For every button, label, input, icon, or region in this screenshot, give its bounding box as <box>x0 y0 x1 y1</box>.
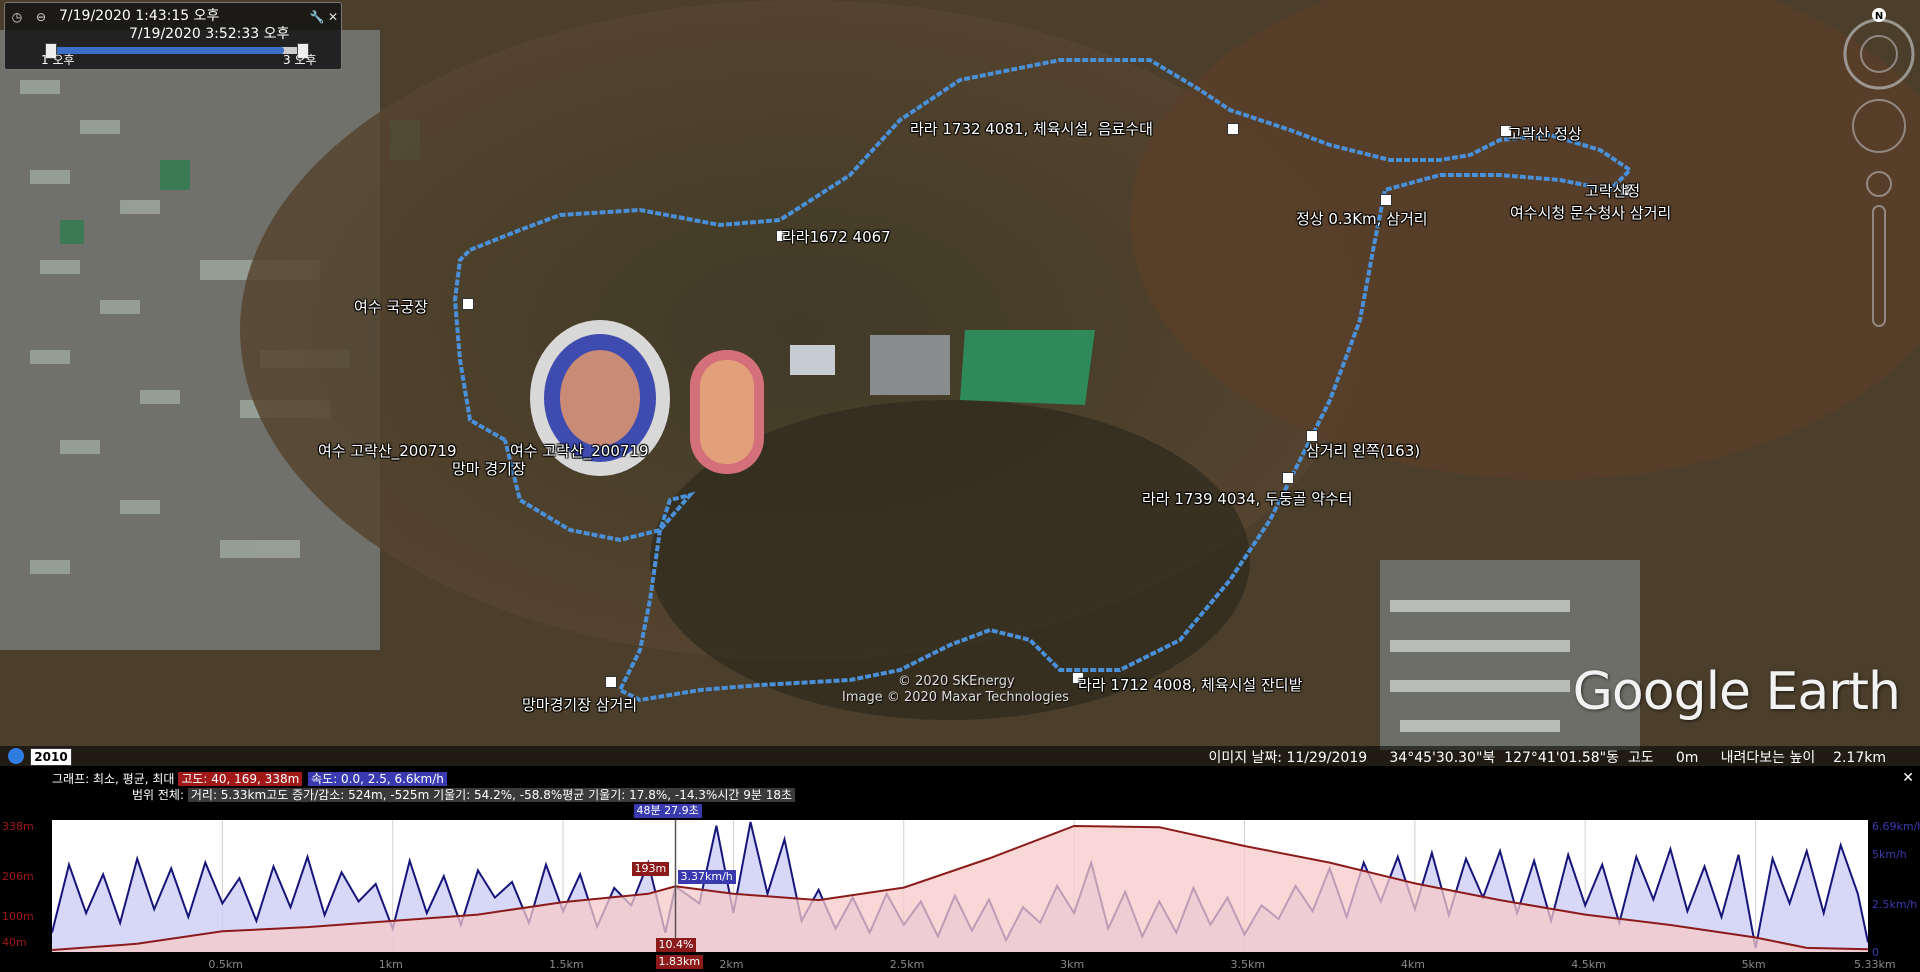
profile-plot-area[interactable] <box>51 820 1869 952</box>
time-slider-track[interactable] <box>47 47 305 54</box>
range-label: 범위 전체: <box>132 788 185 802</box>
cursor-speed-label: 3.37km/h <box>677 870 736 884</box>
graph-label: 그래프: 최소, 평균, 최대 <box>52 772 175 786</box>
x-tick-label: 4km <box>1400 958 1425 971</box>
placemark-label[interactable]: 라라 1739 4034, 두둥골 약수터 <box>1142 488 1353 509</box>
cursor-distance-label: 1.83km <box>655 955 704 969</box>
end-datetime: 7/19/2020 3:52:33 오후 <box>129 26 290 42</box>
placemark-label[interactable]: 망마 경기장 <box>452 458 526 479</box>
placemark-flag[interactable] <box>605 676 617 688</box>
time-slider-panel[interactable]: ◷ ⊖ 7/19/2020 1:43:15 오후 7/19/2020 3:52:… <box>4 2 342 70</box>
status-bar: 이미지 날짜: 11/29/2019 34°45'30.30"북 127°41'… <box>0 746 1920 766</box>
y-right-tick: 5km/h <box>1872 848 1907 861</box>
y-left-tick: 206m <box>2 870 34 883</box>
x-tick-label: 2km <box>719 958 744 971</box>
placemark-label[interactable]: 라라 1732 4081, 체육시설, 음료수대 <box>910 118 1153 139</box>
elevation-stats-chip[interactable]: 고도: 40, 169, 338m <box>178 772 303 786</box>
x-tick-label: 4.5km <box>1571 958 1606 971</box>
copyright-skenergy: © 2020 SKEnergy <box>898 674 1015 689</box>
cursor-time-label: 48분 27.9초 <box>633 804 702 818</box>
street-view-icon <box>1866 171 1892 197</box>
elevation-profile-panel[interactable]: 그래프: 최소, 평균, 최대 고도: 40, 169, 338m 속도: 0.… <box>0 766 1920 972</box>
placemark-label[interactable]: 라라 1712 4008, 체육시설 잔디밭 <box>1078 674 1302 695</box>
cursor-grade-label: 10.4% <box>655 938 697 952</box>
x-tick-label: 3.5km <box>1230 958 1266 971</box>
look-joystick-icon <box>1852 99 1906 153</box>
placemark-flag[interactable] <box>1282 472 1294 484</box>
status-text: 이미지 날짜: 11/29/2019 34°45'30.30"북 127°41'… <box>1208 750 1886 766</box>
placemark-label[interactable]: 삼거리 왼쪽(163) <box>1306 440 1420 461</box>
placemark-flag[interactable] <box>1227 123 1239 135</box>
close-profile-icon[interactable]: ✕ <box>1902 770 1914 786</box>
google-earth-logo: Google Earth <box>1572 662 1901 722</box>
y-left-tick: 40m <box>2 936 27 949</box>
clock-icon[interactable]: ◷ <box>9 9 25 25</box>
navigation-controls[interactable]: N <box>1842 6 1916 346</box>
time-start-label: 1 오후 <box>41 53 75 67</box>
speed-stats-chip[interactable]: 속도: 0.0, 2.5, 6.6km/h <box>308 772 447 786</box>
wrench-icon[interactable]: 🔧 <box>309 9 325 25</box>
start-datetime: 7/19/2020 1:43:15 오후 <box>59 8 220 24</box>
range-stats: 거리: 5.33km고도 증가/감소: 524m, -525m 기울기: 54.… <box>187 788 796 802</box>
profile-chart[interactable] <box>51 820 1869 952</box>
x-tick-label: 0.5km <box>208 958 243 971</box>
placemark-label[interactable]: 여수 고락산_200719 <box>318 440 457 461</box>
imagery-year[interactable]: 2010 <box>30 748 72 766</box>
time-slider-fill <box>47 47 285 54</box>
x-tick-label: 5.33km <box>1854 958 1896 971</box>
y-left-tick: 338m <box>2 820 34 833</box>
placemark-flag[interactable] <box>1380 194 1392 206</box>
placemark-label[interactable]: 고락산정 <box>1585 180 1640 201</box>
placemark-label[interactable]: 고락산 정상 <box>1508 123 1582 144</box>
zoom-out-icon[interactable]: ⊖ <box>33 9 49 25</box>
compass-ring-icon <box>1843 18 1915 90</box>
time-end-label: 3 오후 <box>283 53 317 67</box>
copyright-maxar: Image © 2020 Maxar Technologies <box>842 690 1070 705</box>
y-right-tick: 2.5km/h <box>1872 898 1918 911</box>
placemark-flag[interactable] <box>462 298 474 310</box>
placemark-label[interactable]: 여수 국궁장 <box>354 296 428 317</box>
x-tick-label: 2.5km <box>889 958 925 971</box>
globe-icon[interactable] <box>8 748 24 764</box>
close-icon[interactable]: ✕ <box>325 9 341 25</box>
y-left-tick: 100m <box>2 910 34 923</box>
x-tick-label: 1km <box>378 958 403 971</box>
cursor-elevation-label: 193m <box>631 862 670 876</box>
x-tick-label: 3km <box>1060 958 1085 971</box>
x-tick-label: 1.5km <box>549 958 584 971</box>
y-right-tick: 6.69km/h <box>1872 820 1920 833</box>
zoom-slider-icon <box>1872 205 1886 327</box>
placemark-label[interactable]: 여수 고락산_200719 <box>510 440 649 461</box>
placemark-label[interactable]: 여수시청 문수청사 삼거리 <box>1510 202 1671 223</box>
placemark-label[interactable]: 라라1672 4067 <box>782 226 891 247</box>
placemark-label[interactable]: 정상 0.3Km, 삼거리 <box>1296 208 1428 229</box>
satellite-map-view[interactable]: 라라 1732 4081, 체육시설, 음료수대 고락산 정상 고락산정 여수시… <box>0 0 1920 766</box>
x-tick-label: 5km <box>1741 958 1766 971</box>
satellite-imagery <box>0 0 1920 766</box>
svg-text:N: N <box>1875 11 1883 22</box>
placemark-label[interactable]: 망마경기장 삼거리 <box>522 694 637 715</box>
